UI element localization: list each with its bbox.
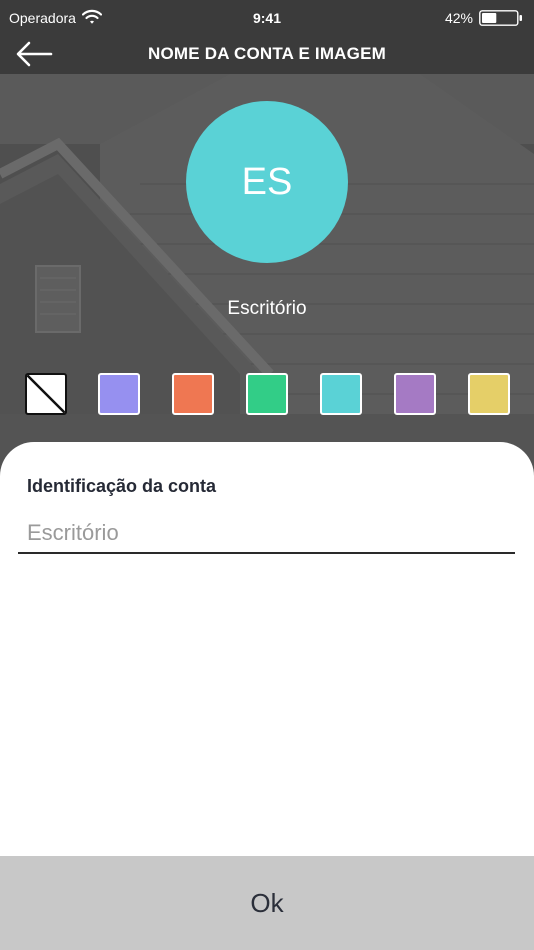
swatch-coral[interactable] xyxy=(172,373,214,415)
status-bar: Operadora 9:41 42% xyxy=(0,0,534,36)
hero-image: ES Escritório xyxy=(0,74,534,494)
swatch-purple[interactable] xyxy=(394,373,436,415)
swatch-lavender[interactable] xyxy=(98,373,140,415)
battery-icon xyxy=(479,10,522,26)
nav-header: NOME DA CONTA E IMAGEM xyxy=(0,36,534,74)
swatch-cyan[interactable] xyxy=(320,373,362,415)
account-name: Escritório xyxy=(227,298,307,319)
swatch-green[interactable] xyxy=(246,373,288,415)
account-id-input[interactable] xyxy=(18,514,515,554)
account-id-label: Identificação da conta xyxy=(27,476,217,496)
swatch-yellow[interactable] xyxy=(468,373,510,415)
page-title: NOME DA CONTA E IMAGEM xyxy=(148,44,386,63)
battery-percent: 42% xyxy=(444,10,473,26)
color-swatch-row xyxy=(0,373,534,415)
form-sheet: Identificação da conta xyxy=(0,442,534,856)
swatch-none[interactable] xyxy=(25,373,67,415)
account-avatar[interactable]: ES xyxy=(186,101,348,263)
ok-button[interactable]: Ok xyxy=(0,856,534,950)
screen: Operadora 9:41 42% NOME DA CONTA E IMAGE… xyxy=(0,0,534,950)
no-color-slash-icon xyxy=(27,375,65,413)
